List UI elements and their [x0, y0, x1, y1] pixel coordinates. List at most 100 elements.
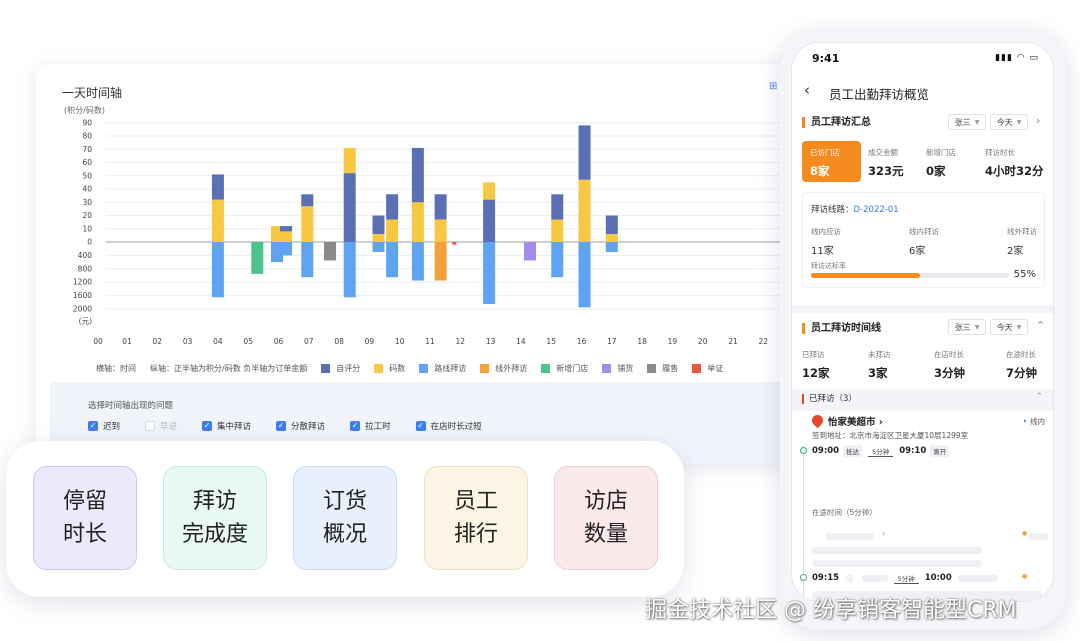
- store-name[interactable]: 怡家美超市 ›: [828, 414, 883, 428]
- stat-on-road-duration: 在途时长 7分钟: [1006, 349, 1037, 381]
- legend-label: 码数: [389, 364, 406, 373]
- bar-segment: [551, 242, 564, 278]
- x-tick-label: 20: [698, 337, 708, 346]
- rate-progress-fill: [811, 273, 920, 278]
- bar-segment: [372, 215, 385, 235]
- stat-new-stores: 新增门店 0家: [926, 147, 956, 179]
- stat-value: 2家: [1007, 246, 1024, 257]
- legend-swatch: [374, 364, 384, 373]
- legend-item: 履售: [647, 363, 678, 374]
- arrival-tag: 抵达: [843, 445, 863, 457]
- route-line: 拜访线路：D-2022-01: [811, 203, 899, 215]
- rate-value: 55%: [1013, 269, 1036, 280]
- legend-label: 新增门店: [556, 364, 589, 373]
- visit-timeline-section: 员工拜访时间线 张三 ▼ 今天 ▼ ⌃ 已拜访 12家 未拜访 3家 在店时长 3分…: [792, 313, 1053, 389]
- visit-time-row: 09:00 抵达 5分钟 09:10 离开: [812, 445, 955, 457]
- legend-x-axis-text: 横轴：时间: [96, 364, 136, 373]
- route-code[interactable]: D-2022-01: [854, 205, 899, 215]
- stat-label: 在途时长: [1006, 350, 1036, 359]
- bar-segment: [386, 219, 399, 242]
- chart-settings-icon[interactable]: ⊞: [769, 81, 779, 92]
- tile-visit-completion[interactable]: 拜访 完成度: [163, 466, 267, 570]
- filter-label: 迟到: [103, 422, 121, 432]
- checkbox-icon[interactable]: ✓: [350, 421, 361, 431]
- placeholder-line: [861, 574, 888, 582]
- placeholder-line: [812, 547, 982, 554]
- filter-checkbox[interactable]: ✓ 集中拜访: [202, 420, 251, 432]
- y-tick-label: 40: [82, 185, 92, 194]
- tile-employee-ranking[interactable]: 员工 排行: [424, 466, 528, 570]
- bar-segment: [434, 194, 447, 220]
- bar-segment: [578, 242, 591, 308]
- x-tick-label: 19: [668, 337, 678, 346]
- summary-title: 员工拜访汇总: [802, 117, 871, 128]
- timeline-title: 一天时间轴: [62, 86, 123, 100]
- feature-tiles-panel: 停留 时长 拜访 完成度 订货 概况 员工 排行 访店 数量: [6, 441, 684, 597]
- filter-label: 分散拜访: [291, 422, 326, 432]
- rate-label: 拜访达标率: [811, 262, 846, 270]
- bar-segment: [605, 215, 618, 235]
- timeline-employee-select[interactable]: 张三 ▼: [948, 319, 986, 335]
- stat-label: 已访门店: [810, 148, 840, 157]
- back-icon[interactable]: ‹: [804, 81, 810, 99]
- leave-time: 10:00: [924, 573, 952, 583]
- x-tick-label: 11: [425, 337, 435, 346]
- stat-label: 拜访时长: [985, 148, 1015, 157]
- filter-checkbox[interactable]: ✓ 在店时长过短: [415, 420, 482, 432]
- timeline-date-value: 今天: [996, 322, 1013, 332]
- chevron-up-icon[interactable]: ⌃: [1035, 392, 1043, 402]
- chevron-down-icon: ▼: [1016, 323, 1022, 331]
- y-tick-label: 10: [82, 224, 92, 233]
- filter-label: 拉工时: [365, 422, 391, 432]
- timeline-date-select[interactable]: 今天 ▼: [990, 319, 1028, 335]
- visited-group-header[interactable]: 已拜访（3） ⌃: [792, 389, 1053, 411]
- bar-segment: [211, 242, 224, 298]
- filter-checkbox[interactable]: ✓ 迟到: [88, 420, 120, 432]
- x-tick-label: 07: [304, 337, 314, 346]
- filter-checkbox[interactable]: ✓ 早退: [145, 420, 177, 432]
- checkbox-icon[interactable]: ✓: [88, 421, 98, 431]
- arrival-time: 09:00: [812, 446, 840, 456]
- leave-time: 09:10: [899, 446, 927, 456]
- timeline-chart: 9080706050403020100400800120016002000(元)…: [73, 118, 781, 346]
- tile-stay-duration[interactable]: 停留 时长: [33, 466, 137, 570]
- checkbox-icon[interactable]: ✓: [202, 421, 213, 431]
- checkbox-icon[interactable]: ✓: [415, 421, 426, 431]
- x-tick-label: 17: [607, 337, 617, 346]
- checkbox-icon[interactable]: ✓: [276, 421, 287, 431]
- nav-title: 员工出勤拜访概览: [829, 87, 930, 102]
- stat-not-visited: 未拜访 3家: [868, 349, 891, 381]
- visited-group-title: 已拜访（3）: [802, 394, 857, 404]
- stat-label: 线内拜访: [909, 227, 939, 236]
- legend-item: 路线拜访: [419, 363, 466, 374]
- chevron-right-icon[interactable]: ›: [1036, 114, 1040, 127]
- filter-checkbox[interactable]: ✓ 拉工时: [350, 420, 391, 432]
- status-bar: 9:41 ▮▮▮ ◠ ▭: [792, 43, 1053, 75]
- bar-segment: [372, 242, 385, 253]
- tile-store-visit-count[interactable]: 访店 数量: [554, 466, 658, 570]
- filter-checkbox[interactable]: ✓ 分散拜访: [276, 420, 325, 432]
- tile-order-overview[interactable]: 订货 概况: [293, 466, 397, 570]
- bar-segment: [280, 226, 293, 232]
- stat-label: 新增门店: [926, 148, 956, 157]
- checkbox-icon[interactable]: ✓: [145, 421, 156, 431]
- chevron-down-icon: ▼: [1016, 118, 1022, 126]
- leave-tag: 离开: [930, 445, 950, 457]
- summary-date-select[interactable]: 今天 ▼: [990, 114, 1028, 130]
- status-time: 9:41: [812, 52, 840, 65]
- y-negative-unit: (元): [79, 316, 92, 325]
- stat-value: 6家: [909, 246, 926, 257]
- bar-segment: [211, 199, 224, 242]
- timeline-node: [800, 574, 807, 581]
- summary-employee-select[interactable]: 张三 ▼: [948, 114, 986, 130]
- filter-title: 选择时间轴出现的问题: [88, 401, 174, 411]
- dot-icon: •: [1022, 417, 1027, 426]
- chevron-up-icon[interactable]: ⌃: [1036, 319, 1045, 332]
- stat-value: 3分钟: [934, 366, 966, 380]
- bar-segment: [411, 202, 424, 242]
- y-tick-label: 90: [82, 118, 92, 127]
- y-tick-label: 400: [78, 251, 93, 260]
- stat-visited-stores[interactable]: 已访门店 8家: [802, 141, 861, 182]
- placeholder-line: [1028, 533, 1048, 540]
- store-address: 签到地址：北京市海淀区卫星大厦10层1299室: [812, 431, 969, 440]
